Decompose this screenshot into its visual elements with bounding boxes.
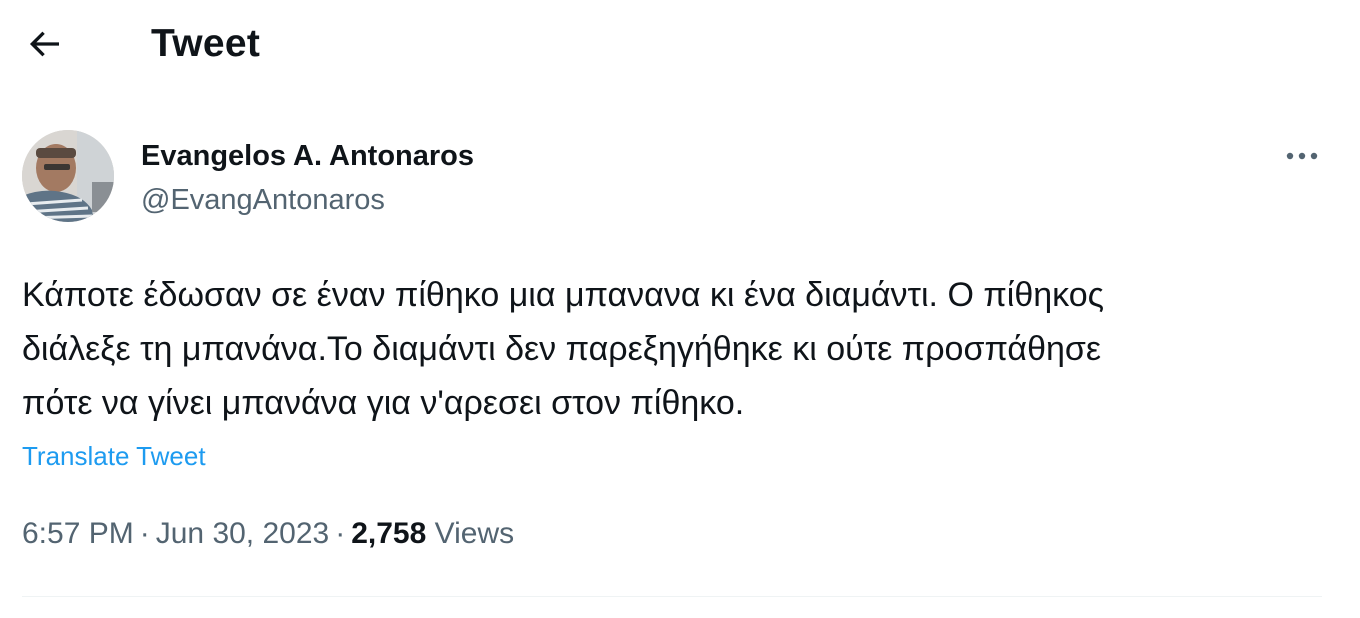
meta-separator: · (335, 517, 346, 550)
tweet-text-line: Κάποτε έδωσαν σε έναν πίθηκο μια μπανανα… (22, 276, 1105, 314)
header: Tweet (0, 0, 1360, 90)
views-label: Views (434, 517, 515, 550)
views-count: 2,758 (351, 517, 427, 550)
tweet-author: Evangelos A. Antonaros @EvangAntonaros (22, 130, 1322, 230)
tweet-text-line: πότε να γίνει μπανάνα για ν'αρεσει στον … (22, 384, 745, 422)
author-handle[interactable]: @EvangAntonaros (141, 182, 385, 218)
page-title: Tweet (151, 22, 261, 65)
meta-separator: · (139, 517, 150, 550)
more-options-button[interactable] (1280, 138, 1324, 174)
avatar-image (22, 130, 114, 222)
divider (22, 596, 1322, 597)
tweet-date[interactable]: Jun 30, 2023 (156, 517, 329, 550)
tweet-text-line: διάλεξε τη μπανάνα.Το διαμάντι δεν παρεξ… (22, 330, 1102, 368)
more-horizontal-icon (1286, 152, 1318, 160)
tweet-time[interactable]: 6:57 PM (22, 517, 134, 550)
translate-tweet-link[interactable]: Translate Tweet (22, 438, 206, 474)
author-display-name[interactable]: Evangelos A. Antonaros (141, 138, 474, 174)
back-button[interactable] (22, 22, 66, 66)
avatar[interactable] (22, 130, 114, 222)
tweet-meta: 6:57 PM · Jun 30, 2023 · 2,758 Views (22, 514, 514, 554)
tweet-text: Κάποτε έδωσαν σε έναν πίθηκο μια μπανανα… (22, 268, 1322, 430)
arrow-left-icon (29, 31, 59, 57)
